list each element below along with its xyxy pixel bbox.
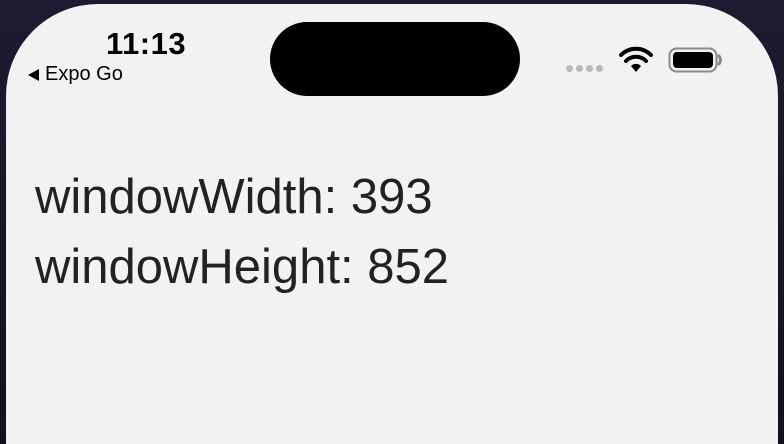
back-arrow-icon (28, 68, 39, 81)
wifi-icon (619, 46, 653, 72)
window-dimensions-panel: windowWidth: 393 windowHeight: 852 (35, 162, 449, 302)
cellular-signal-dots-icon (566, 65, 603, 72)
window-width-text: windowWidth: 393 (35, 170, 433, 224)
window-height-text: windowHeight: 852 (35, 240, 450, 294)
battery-icon (668, 47, 722, 73)
status-time: 11:13 (106, 26, 187, 61)
back-link-label: Expo Go (45, 63, 123, 85)
dynamic-island (270, 22, 520, 96)
device-frame: 11:13 Expo Go windowWidth: 393 windowHei… (0, 0, 784, 444)
status-bar: 11:13 Expo Go (6, 4, 778, 104)
app-screen: 11:13 Expo Go windowWidth: 393 windowHei… (6, 4, 778, 444)
back-to-expo-go-link[interactable]: Expo Go (28, 63, 123, 86)
